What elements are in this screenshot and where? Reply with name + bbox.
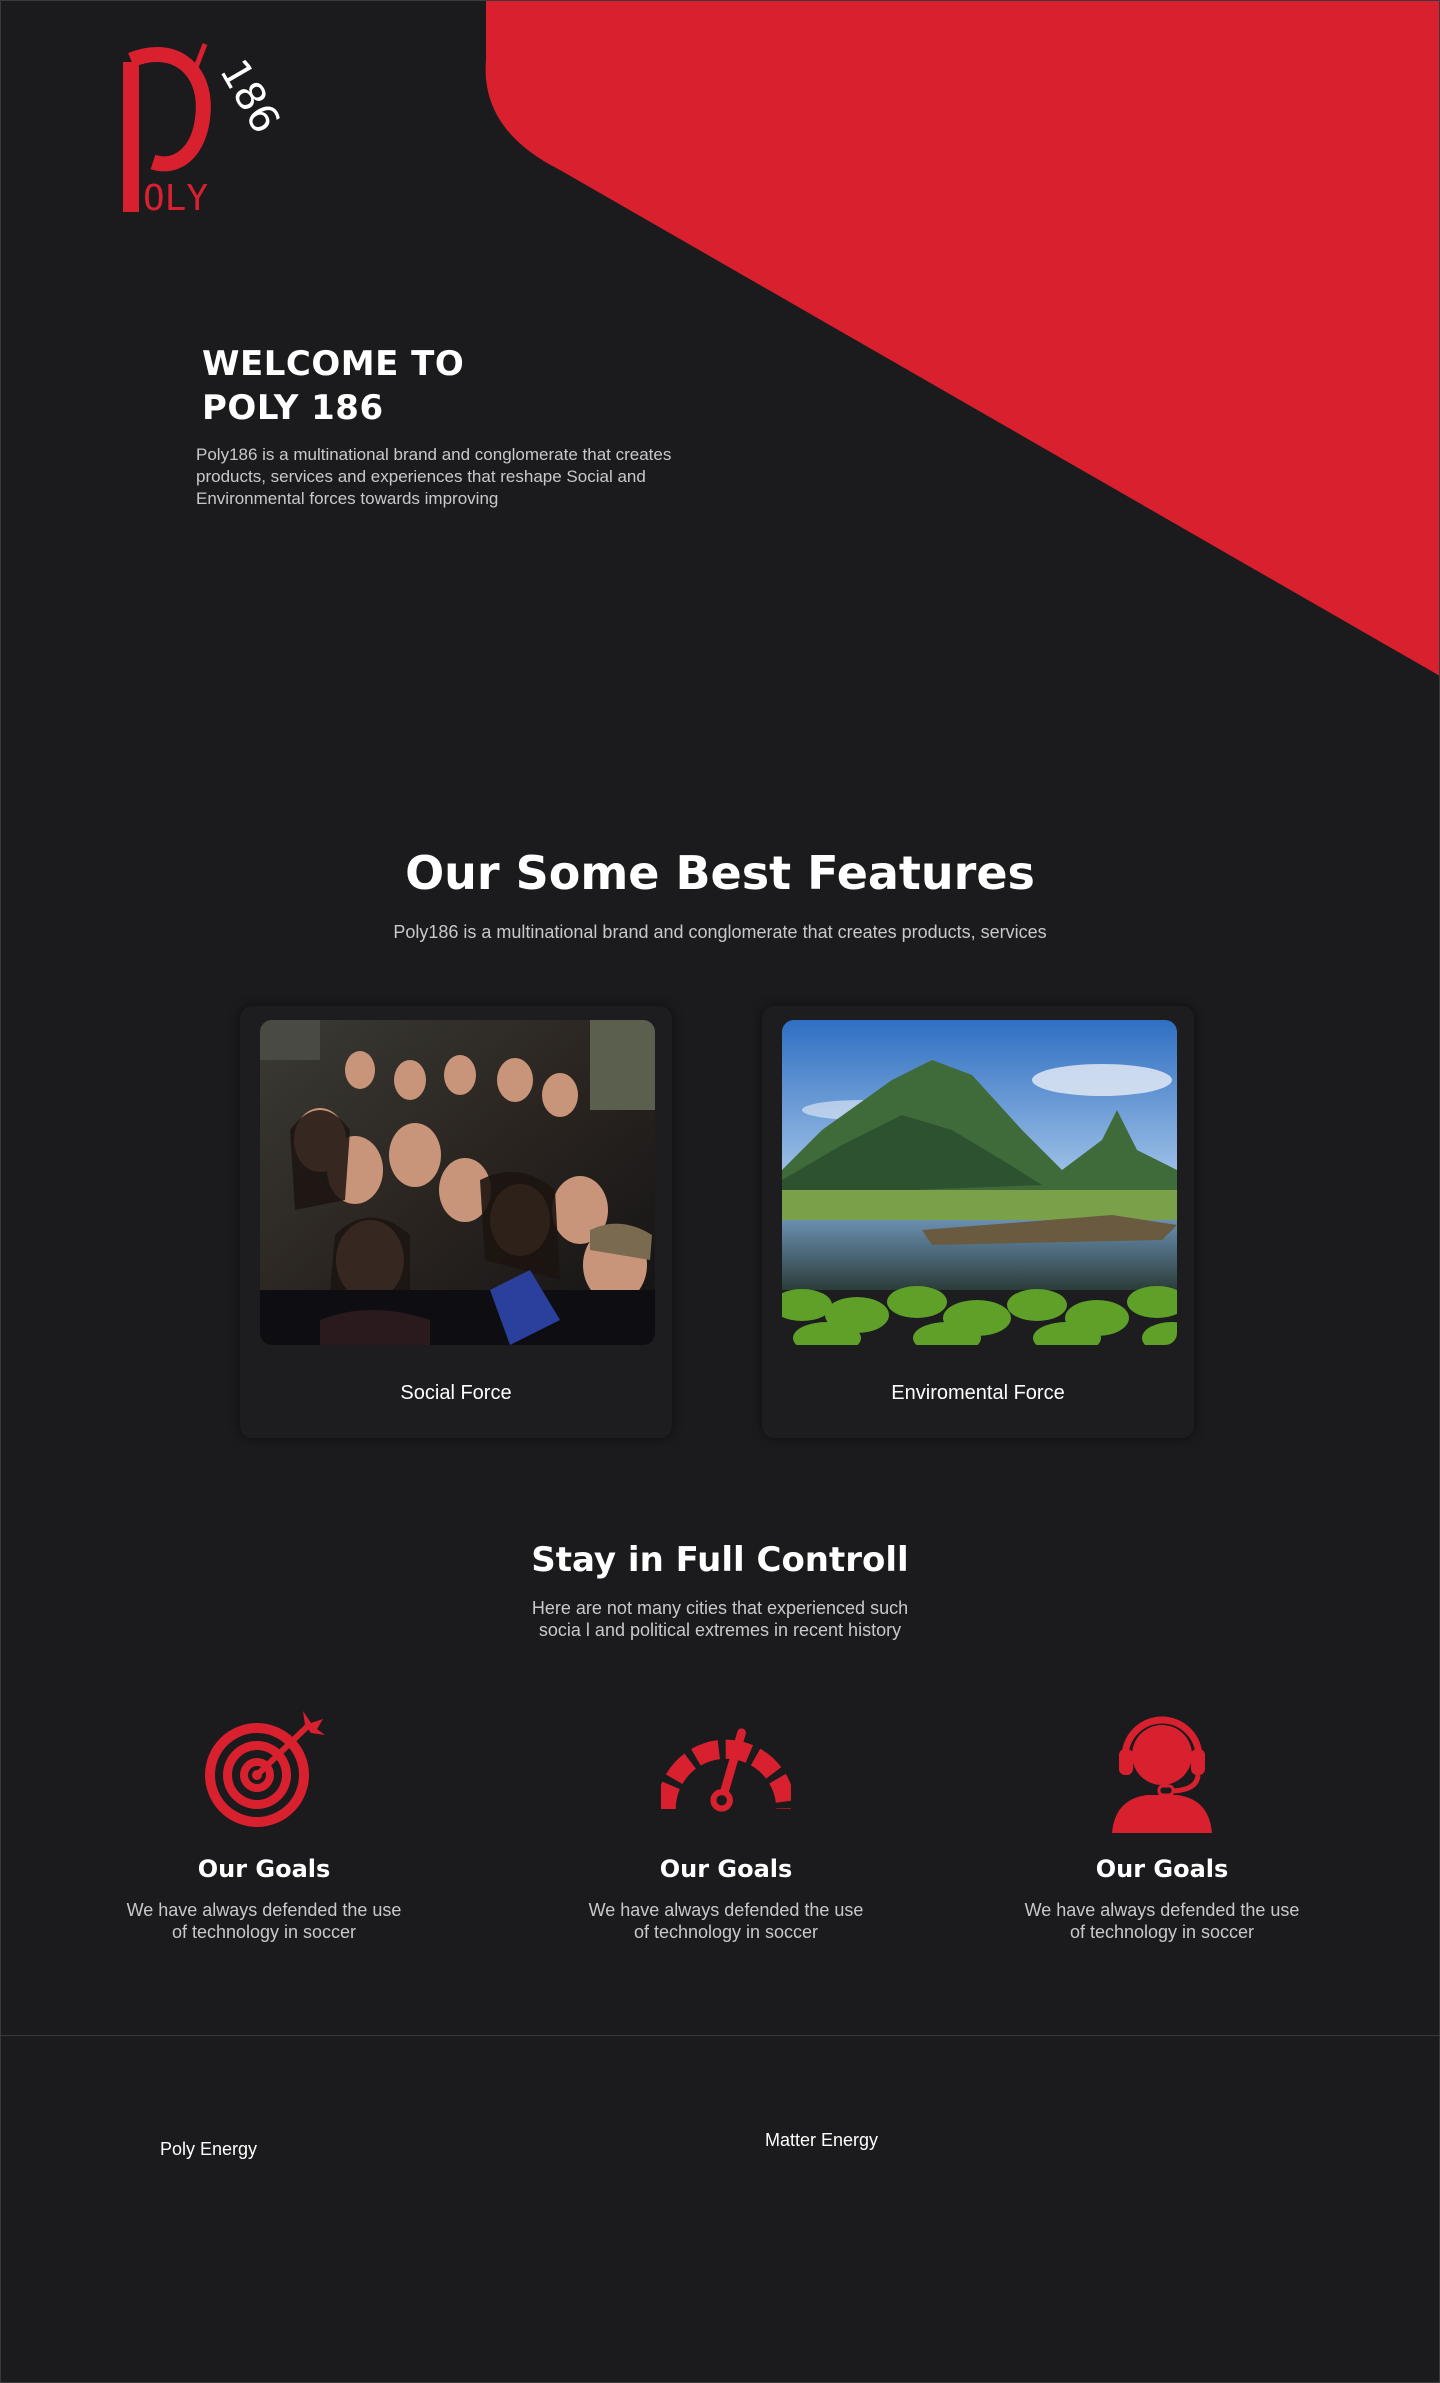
group-selfie-photo — [260, 1020, 655, 1345]
hero-title-line2: POLY 186 — [202, 388, 384, 428]
feature-card-social-label: Social Force — [400, 1382, 512, 1404]
svg-text:186: 186 — [210, 52, 285, 141]
goal-text: We have always defended the use of techn… — [126, 1900, 402, 1942]
hero-description: Poly186 is a multinational brand and con… — [196, 445, 672, 508]
features-subtitle: Poly186 is a multinational brand and con… — [393, 922, 1047, 942]
target-icon — [205, 1711, 325, 1827]
mountain-lake-photo — [782, 1020, 1177, 1345]
goal-title: Our Goals — [197, 1855, 331, 1883]
control-title: Stay in Full Controll — [531, 1540, 909, 1580]
hero-title-line1: WELCOME TO — [202, 344, 465, 384]
hero-title: WELCOME TO POLY 186 — [202, 342, 464, 430]
footer-link-matter-energy[interactable]: Matter Energy — [765, 2130, 878, 2151]
footer-divider — [0, 2035, 1440, 2036]
logo[interactable]: 186 OLY — [115, 22, 288, 222]
goal-title: Our Goals — [1095, 1855, 1229, 1883]
features-title: Our Some Best Features — [405, 846, 1035, 900]
feature-card-environment[interactable]: Enviromental Force — [762, 1006, 1194, 1438]
goal-item-target: Our Goals We have always defended the us… — [114, 1705, 414, 1943]
headset-support-icon — [1112, 1716, 1212, 1833]
feature-card-social[interactable]: Social Force — [240, 1006, 672, 1438]
goal-item-support: Our Goals We have always defended the us… — [1012, 1705, 1312, 1943]
control-subtitle: Here are not many cities that experience… — [531, 1598, 909, 1640]
goal-text: We have always defended the use of techn… — [1024, 1900, 1300, 1942]
goal-item-speedometer: Our Goals We have always defended the us… — [576, 1705, 876, 1943]
speedometer-icon — [661, 1728, 791, 1812]
feature-card-environment-label: Enviromental Force — [891, 1382, 1065, 1404]
logo-word: OLY — [143, 178, 208, 219]
goal-title: Our Goals — [659, 1855, 793, 1883]
goal-text: We have always defended the use of techn… — [588, 1900, 864, 1942]
footer-link-poly-energy[interactable]: Poly Energy — [160, 2139, 257, 2160]
